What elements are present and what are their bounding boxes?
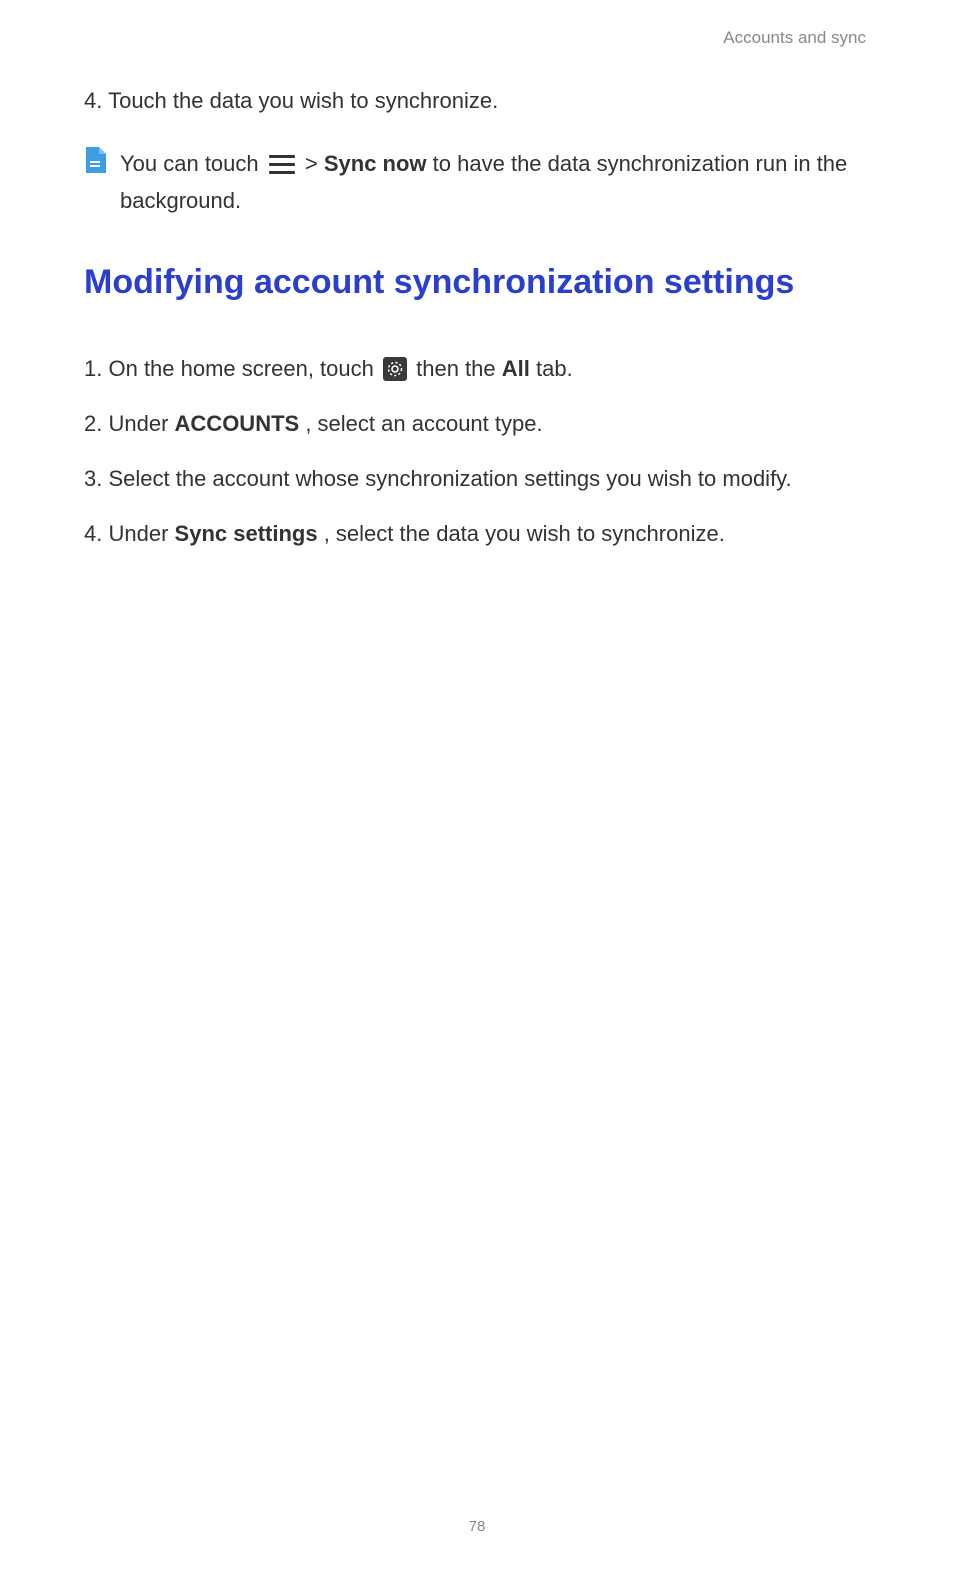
step-number: 2.	[84, 411, 102, 436]
step-after-bold: tab.	[536, 356, 573, 381]
step-after-icon: then the	[416, 356, 502, 381]
step-bold: ACCOUNTS	[175, 411, 300, 436]
step-before-bold: Under	[108, 521, 174, 546]
step-number: 3.	[84, 466, 102, 491]
section-heading: Modifying account synchronization settin…	[84, 260, 866, 304]
step-bold: All	[502, 356, 530, 381]
settings-gear-icon	[383, 357, 407, 381]
step-after-bold: , select an account type.	[305, 411, 542, 436]
hamburger-menu-icon	[269, 155, 295, 175]
note-before-icon: You can touch	[120, 151, 265, 176]
step-2: 2. Under ACCOUNTS , select an account ty…	[84, 407, 866, 440]
step-before-icon: On the home screen, touch	[108, 356, 380, 381]
note-chevron: >	[305, 151, 324, 176]
note-bold-label: Sync now	[324, 151, 427, 176]
intro-step-4: 4. Touch the data you wish to synchroniz…	[84, 84, 866, 117]
note-document-icon	[84, 147, 106, 173]
page-header: Accounts and sync	[723, 28, 866, 48]
step-before-bold: Under	[108, 411, 174, 436]
step-bold: Sync settings	[175, 521, 318, 546]
step-3: 3. Select the account whose synchronizat…	[84, 462, 866, 495]
step-4: 4. Under Sync settings , select the data…	[84, 517, 866, 550]
note-block: You can touch > Sync now to have the dat…	[84, 145, 866, 220]
step-text: Select the account whose synchronization…	[108, 466, 791, 491]
step-number: 4.	[84, 521, 102, 546]
page-number: 78	[0, 1518, 954, 1535]
page-content: 4. Touch the data you wish to synchroniz…	[84, 84, 866, 572]
step-text: Touch the data you wish to synchronize.	[108, 88, 498, 113]
step-number: 4.	[84, 88, 102, 113]
note-text: You can touch > Sync now to have the dat…	[120, 145, 866, 220]
step-number: 1.	[84, 356, 102, 381]
step-1: 1. On the home screen, touch then the Al…	[84, 352, 866, 385]
section-title: Accounts and sync	[723, 28, 866, 47]
step-after-bold: , select the data you wish to synchroniz…	[324, 521, 725, 546]
